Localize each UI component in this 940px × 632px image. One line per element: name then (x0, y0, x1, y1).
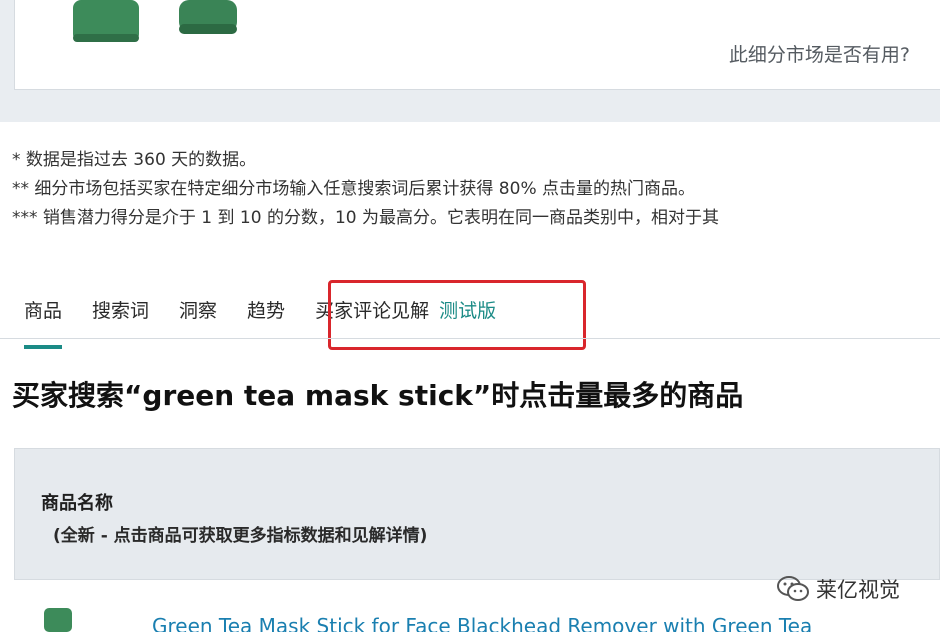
footnote-1: * 数据是指过去 360 天的数据。 (12, 150, 257, 170)
tab-divider (0, 338, 940, 339)
tab-label: 趋势 (247, 300, 286, 322)
column-title-product-name[interactable]: 商品名称 (41, 489, 113, 515)
niche-helpful-question[interactable]: 此细分市场是否有用? (729, 40, 910, 67)
tab-label: 搜索词 (92, 300, 150, 322)
wechat-icon (777, 576, 809, 601)
tab-trends[interactable]: 趋势 (247, 296, 285, 327)
footnote-2: ** 细分市场包括买家在特定细分市场输入任意搜索词后累计获得 80% 点击量的热… (12, 179, 695, 199)
footnote-3: *** 销售潜力得分是介于 1 到 10 的分数，10 为最高分。它表明在同一商… (12, 208, 720, 228)
tab-products[interactable]: 商品 (24, 296, 63, 349)
footnotes: * 数据是指过去 360 天的数据。 ** 细分市场包括买家在特定细分市场输入任… (12, 146, 719, 233)
watermark: 莱亿视觉 (776, 574, 900, 604)
row-product-image[interactable] (40, 608, 82, 632)
annotation-highlight-box (328, 280, 586, 350)
product-image (73, 0, 237, 42)
niche-card: 此细分市场是否有用? (14, 0, 940, 90)
page-heading: 买家搜索“green tea mask stick”时点击量最多的商品 (12, 379, 744, 412)
watermark-text: 莱亿视觉 (816, 578, 900, 602)
tab-label: 商品 (24, 300, 63, 322)
tab-insights[interactable]: 洞察 (179, 296, 217, 327)
tab-search-terms[interactable]: 搜索词 (92, 296, 149, 327)
tab-label: 洞察 (179, 300, 218, 322)
products-table-header: 商品名称 (全新 - 点击商品可获取更多指标数据和见解详情) (14, 448, 940, 580)
column-subtitle: (全新 - 点击商品可获取更多指标数据和见解详情) (53, 526, 428, 546)
product-title-link[interactable]: Green Tea Mask Stick for Face Blackhead … (152, 614, 812, 632)
top-section: 此细分市场是否有用? (0, 0, 940, 122)
